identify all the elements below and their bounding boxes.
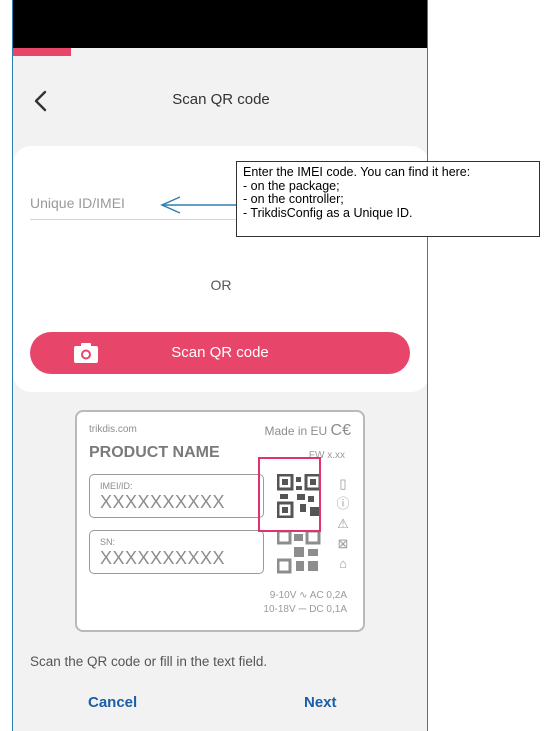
label-imei-key: IMEI/ID:: [100, 481, 133, 491]
or-separator: OR: [210, 277, 232, 293]
label-product-name: PRODUCT NAME: [89, 444, 220, 461]
label-sn-key: SN:: [100, 537, 116, 547]
callout-line: Enter the IMEI code. You can find it her…: [243, 165, 471, 179]
phone-screen: Scan QR code OR Scan QR code trikdis.com…: [12, 0, 428, 731]
progress-accent: [13, 48, 71, 56]
hint-text: Scan the QR code or fill in the text fie…: [30, 654, 268, 669]
imei-callout: Enter the IMEI code. You can find it her…: [236, 161, 540, 237]
callout-arrow-icon: [160, 196, 238, 214]
manual-icon: ▯: [339, 476, 347, 491]
indoor-use-icon: ⌂: [339, 556, 347, 571]
recycle-bin-icon: ⊠: [337, 536, 349, 551]
label-power-ac: 9-10V ∿ AC 0,2A: [269, 590, 347, 601]
scan-qr-button-label: Scan QR code: [171, 344, 269, 361]
product-label-illustration: trikdis.com PRODUCT NAME Made in EU C€ F…: [75, 410, 365, 632]
cancel-button[interactable]: Cancel: [88, 694, 137, 711]
label-site: trikdis.com: [89, 424, 137, 435]
qr-highlight-frame: [258, 457, 321, 532]
barcode-icon: [277, 530, 321, 574]
label-power-dc: 10-18V ⎓ DC 0,1A: [263, 604, 347, 615]
warning-icon: ⚠: [337, 516, 349, 531]
callout-line: - on the package;: [243, 178, 340, 193]
label-made-in-text: Made in EU: [264, 424, 328, 438]
label-side-icons: ▯ ⓘ ⚠ ⊠ ⌂: [333, 474, 353, 574]
callout-line: - TrikdisConfig as a Unique ID.: [243, 205, 413, 220]
label-imei-value: XXXXXXXXXX: [100, 492, 226, 512]
label-sn-field: SN: XXXXXXXXXX: [89, 530, 264, 574]
nav-bar: Scan QR code: [13, 56, 427, 146]
callout-line: - on the controller;: [243, 192, 344, 206]
status-bar: [13, 0, 427, 48]
info-icon: ⓘ: [336, 496, 350, 511]
next-button[interactable]: Next: [304, 694, 337, 711]
ce-mark-icon: C€: [330, 422, 351, 439]
label-imei-field: IMEI/ID: XXXXXXXXXX: [89, 474, 264, 518]
page-title: Scan QR code: [172, 91, 270, 108]
label-sn-value: XXXXXXXXXX: [100, 548, 226, 568]
scan-qr-button[interactable]: Scan QR code: [30, 332, 410, 374]
label-made-in: Made in EU C€: [265, 422, 352, 440]
